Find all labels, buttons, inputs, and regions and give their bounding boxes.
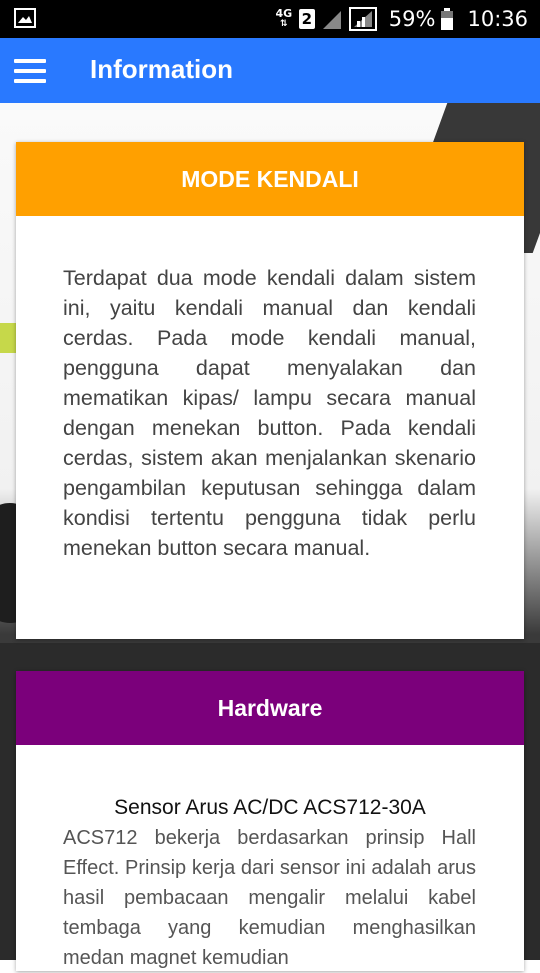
mode-kendali-card: MODE KENDALI Terdapat dua mode kendali d… <box>16 142 524 639</box>
card-header: Hardware <box>16 671 524 745</box>
hardware-item-title: Sensor Arus AC/DC ACS712-30A <box>114 796 426 819</box>
clock: 10:36 <box>467 7 528 31</box>
hardware-card: Hardware Sensor Arus AC/DC ACS712-30A AC… <box>16 671 524 971</box>
battery-icon <box>441 8 454 30</box>
signal-strength-icon <box>322 11 341 29</box>
sim-badge: 2 <box>298 9 315 29</box>
card-text: Terdapat dua mode kendali dalam sistem i… <box>63 266 476 560</box>
hamburger-menu-icon[interactable] <box>14 59 46 83</box>
hardware-item-description: ACS712 bekerja berdasarkan prinsip Hall … <box>63 827 476 969</box>
signal-strength-icon-2 <box>348 7 377 31</box>
card-body: Terdapat dua mode kendali dalam sistem i… <box>16 216 524 563</box>
app-bar: Information <box>0 38 540 103</box>
battery-percent: 59% <box>388 7 436 31</box>
network-type-indicator: 4G ⇅ <box>275 7 293 29</box>
status-bar: 4G ⇅ 2 59% 10:36 <box>0 0 540 38</box>
card-header: MODE KENDALI <box>16 142 524 216</box>
page-title: Information <box>90 54 233 84</box>
gallery-notification-icon <box>14 8 36 28</box>
